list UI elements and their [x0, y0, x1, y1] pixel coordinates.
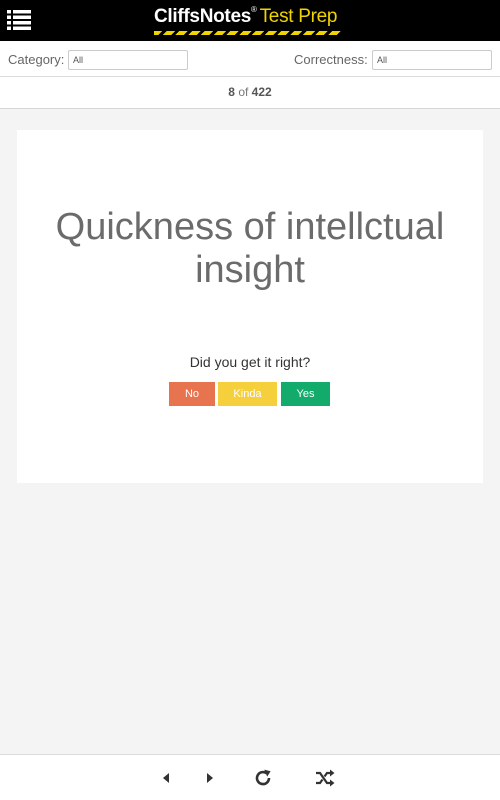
logo-brand: CliffsNotes — [154, 6, 251, 27]
reload-icon — [255, 769, 271, 786]
category-select[interactable]: All — [68, 50, 188, 70]
next-card-button[interactable] — [199, 767, 221, 789]
cliffsnotes-logo: CliffsNotes® Test Prep — [154, 4, 344, 38]
progress-separator: of — [238, 85, 249, 99]
progress-current: 8 — [228, 85, 235, 99]
caret-left-icon — [163, 773, 169, 783]
logo-text: CliffsNotes® Test Prep — [154, 4, 337, 30]
app-root: CliffsNotes® Test Prep Category: All Corr… — [0, 0, 500, 800]
progress-indicator: 8 of 422 — [0, 77, 500, 109]
shuffle-button[interactable] — [314, 767, 336, 789]
caret-right-icon — [207, 773, 213, 783]
answer-yes-button[interactable]: Yes — [281, 382, 330, 406]
logo-product: Test Prep — [259, 6, 338, 27]
list-menu-icon — [7, 10, 31, 30]
flashcard-term: Quickness of intellctual insight — [55, 206, 445, 291]
answer-kinda-button[interactable]: Kinda — [218, 382, 277, 406]
correctness-label: Correctness: — [294, 52, 368, 67]
flashcard[interactable]: Quickness of intellctual insight Did you… — [17, 130, 483, 483]
correctness-select[interactable]: All — [372, 50, 492, 70]
restart-button[interactable] — [252, 767, 274, 789]
category-label: Category: — [8, 52, 65, 67]
logo-hazard-stripe — [154, 31, 341, 35]
menu-button[interactable] — [7, 9, 31, 31]
bottom-toolbar — [0, 754, 500, 800]
shuffle-icon — [316, 769, 335, 787]
app-header: CliffsNotes® Test Prep — [0, 0, 500, 41]
logo-registered-mark: ® — [251, 5, 257, 14]
progress-total: 422 — [251, 85, 272, 99]
answer-no-button[interactable]: No — [169, 382, 215, 406]
filter-bar: Category: All Correctness: All — [0, 41, 500, 77]
self-assessment-prompt: Did you get it right? — [189, 354, 311, 370]
previous-card-button[interactable] — [155, 767, 177, 789]
